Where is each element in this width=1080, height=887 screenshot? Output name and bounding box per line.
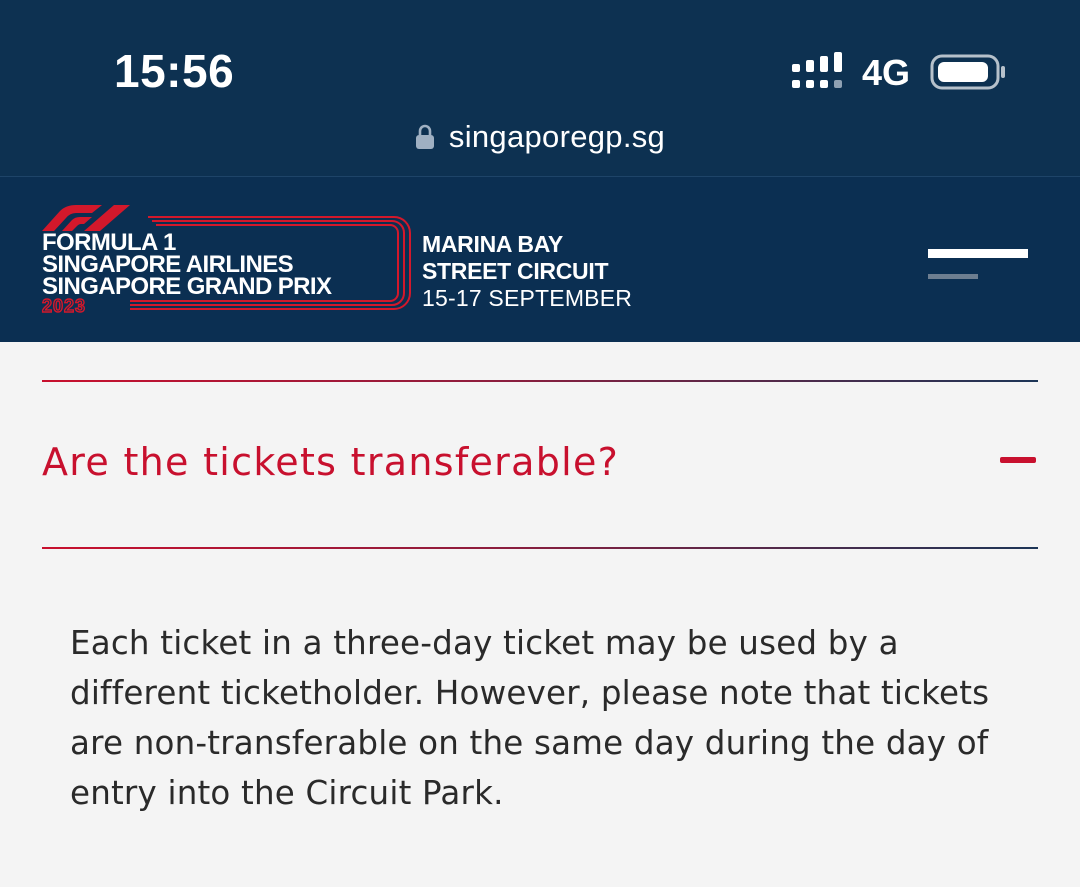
network-type: 4G [862, 52, 911, 93]
signal-icon [792, 52, 842, 88]
venue-line-1: MARINA BAY [422, 231, 563, 257]
status-bar: 15:56 4G singaporegp.sg [0, 0, 1080, 176]
collapse-button[interactable] [996, 440, 1040, 484]
faq-answer: Each ticket in a three-day ticket may be… [70, 624, 990, 812]
battery-icon [930, 54, 1005, 90]
menu-bar-long [928, 249, 1028, 258]
event-info: MARINA BAY STREET CIRCUIT 15-17 SEPTEMBE… [422, 231, 632, 312]
faq-question[interactable]: Are the tickets transferable? [42, 440, 619, 484]
faq-divider-bottom [42, 547, 1038, 549]
venue-line-2: STREET CIRCUIT [422, 258, 609, 284]
status-time: 15:56 [114, 45, 235, 97]
lock-icon [415, 124, 434, 149]
faq-divider-top [42, 380, 1038, 382]
brand-logo[interactable]: FORMULA 1 SINGAPORE AIRLINES SINGAPORE G… [38, 201, 418, 321]
menu-bar-short [928, 274, 978, 279]
menu-button[interactable] [920, 237, 1032, 287]
minus-icon [1000, 457, 1036, 463]
address-bar[interactable]: singaporegp.sg [0, 112, 1080, 162]
site-header: FORMULA 1 SINGAPORE AIRLINES SINGAPORE G… [0, 176, 1080, 342]
event-dates: 15-17 SEPTEMBER [422, 285, 633, 311]
url-text: singaporegp.sg [448, 119, 666, 154]
brand-year: 2023 [41, 296, 87, 316]
